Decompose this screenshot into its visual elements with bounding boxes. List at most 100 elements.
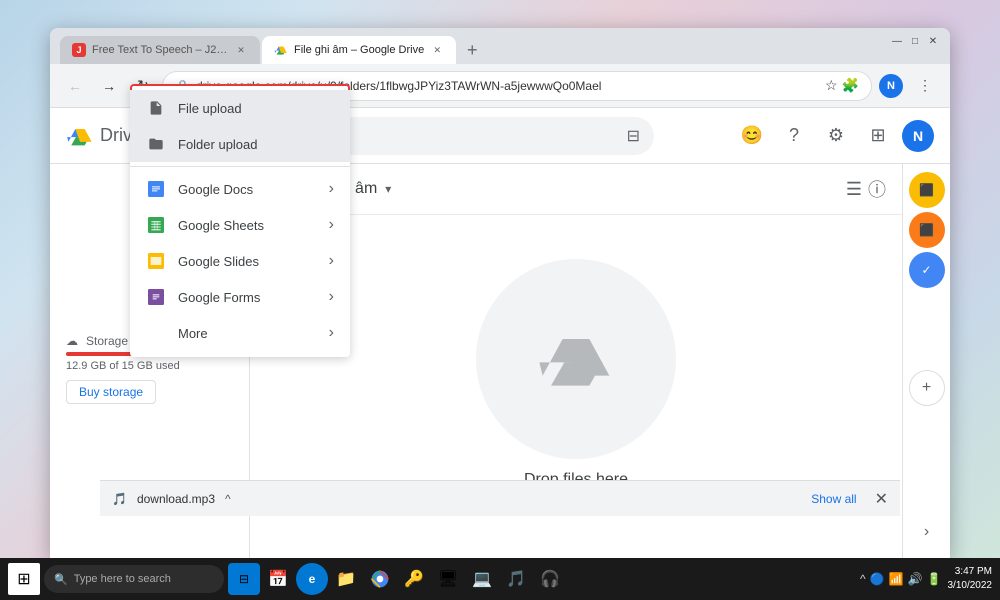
taskbar-bluetooth: 🔵 xyxy=(870,572,885,586)
maximize-button[interactable]: □ xyxy=(908,34,922,48)
taskbar-app-network[interactable]: 💻 xyxy=(466,563,498,595)
taskbar-app-spotify[interactable]: 🎵 xyxy=(500,563,532,595)
tab-1-favicon: J xyxy=(72,43,86,57)
more-item[interactable]: More › xyxy=(130,315,350,351)
taskbar-search[interactable]: 🔍 Type here to search xyxy=(44,565,224,593)
grid-icon-btn[interactable]: ⊞ xyxy=(860,118,896,154)
google-sheets-item[interactable]: Google Sheets › xyxy=(130,207,350,243)
tab-1-close[interactable]: ✕ xyxy=(234,43,248,57)
storage-used-text: 12.9 GB of 15 GB used xyxy=(66,360,233,372)
tab-2-label: File ghi âm – Google Drive xyxy=(294,44,424,56)
drop-circle xyxy=(476,259,676,459)
google-forms-icon xyxy=(146,287,166,307)
taskbar: ⊞ 🔍 Type here to search ⊟ 📅 e 📁 xyxy=(0,558,1000,600)
download-file-icon: 🎵 xyxy=(112,492,127,506)
more-label: More xyxy=(178,326,317,341)
add-button[interactable]: + xyxy=(909,370,945,406)
folder-dropdown-icon[interactable]: ▾ xyxy=(385,182,391,196)
filter-icon[interactable]: ⊟ xyxy=(627,126,640,146)
google-docs-icon xyxy=(146,179,166,199)
taskbar-app-monitor[interactable]: 🖥 xyxy=(432,563,464,595)
profile-icon[interactable]: N xyxy=(876,71,906,101)
file-upload-item[interactable]: File upload xyxy=(130,90,350,126)
taskbar-search-icon: 🔍 xyxy=(54,573,68,586)
download-file-name: download.mp3 xyxy=(137,492,215,506)
taskbar-clock[interactable]: 3:47 PM 3/10/2022 xyxy=(948,565,993,593)
google-slides-icon xyxy=(146,251,166,271)
toolbar-avatar: N xyxy=(879,74,903,98)
back-button[interactable]: ← xyxy=(60,71,90,101)
google-forms-arrow: › xyxy=(329,288,334,306)
show-all-link[interactable]: Show all xyxy=(811,492,856,506)
tab-1[interactable]: J Free Text To Speech – J2TEAM ✕ xyxy=(60,36,260,64)
download-bar: 🎵 download.mp3 ^ Show all ✕ xyxy=(100,480,900,516)
forward-button[interactable]: → xyxy=(94,71,124,101)
user-avatar[interactable]: N xyxy=(902,120,934,152)
expand-button[interactable]: › xyxy=(909,514,945,550)
add-icon: + xyxy=(922,379,931,397)
taskbar-caret[interactable]: ^ xyxy=(860,572,866,586)
desktop: J Free Text To Speech – J2TEAM ✕ File gh… xyxy=(0,0,1000,600)
tab-2-close[interactable]: ✕ xyxy=(430,43,444,57)
expand-icon: › xyxy=(924,523,929,541)
google-sheets-label: Google Sheets xyxy=(178,218,317,233)
header-right: 😊 ? ⚙ ⊞ N xyxy=(734,118,934,154)
folder-upload-item[interactable]: Folder upload xyxy=(130,126,350,162)
folder-upload-label: Folder upload xyxy=(178,137,334,152)
drop-drive-icon xyxy=(536,319,616,399)
menu-button[interactable]: ⋮ xyxy=(910,71,940,101)
help-icon-btn[interactable]: ? xyxy=(776,118,812,154)
title-bar: J Free Text To Speech – J2TEAM ✕ File gh… xyxy=(50,28,950,64)
toolbar-right: N ⋮ xyxy=(876,71,940,101)
taskbar-battery: 🔋 xyxy=(927,572,942,586)
google-slides-label: Google Slides xyxy=(178,254,317,269)
taskbar-app-edge[interactable]: e xyxy=(296,563,328,595)
smiley-icon-btn[interactable]: 😊 xyxy=(734,118,770,154)
buy-storage-button[interactable]: Buy storage xyxy=(66,380,156,404)
start-icon: ⊞ xyxy=(17,569,30,589)
taskbar-app-chrome[interactable] xyxy=(364,563,396,595)
right-panel-orange-btn[interactable]: ⬛ xyxy=(909,212,945,248)
content-header-right: ☰ ⓘ xyxy=(846,176,886,202)
tab-2[interactable]: File ghi âm – Google Drive ✕ xyxy=(262,36,456,64)
download-close-btn[interactable]: ✕ xyxy=(875,489,888,509)
file-upload-icon xyxy=(146,98,166,118)
new-tab-button[interactable]: + xyxy=(458,36,486,64)
google-slides-arrow: › xyxy=(329,252,334,270)
right-panel-yellow-btn[interactable]: ⬛ xyxy=(909,172,945,208)
taskbar-app-files[interactable]: 📁 xyxy=(330,563,362,595)
start-button[interactable]: ⊞ xyxy=(8,563,40,595)
taskbar-time-value: 3:47 PM xyxy=(948,565,993,579)
extension-icon[interactable]: 🧩 xyxy=(842,77,859,94)
minimize-button[interactable]: — xyxy=(890,34,904,48)
bookmark-icon[interactable]: ☆ xyxy=(825,77,838,94)
taskbar-app-1[interactable]: ⊟ xyxy=(228,563,260,595)
info-icon[interactable]: ⓘ xyxy=(868,176,886,202)
google-forms-item[interactable]: Google Forms › xyxy=(130,279,350,315)
more-arrow: › xyxy=(329,324,334,342)
google-docs-arrow: › xyxy=(329,180,334,198)
taskbar-app-last[interactable]: 🎧 xyxy=(534,563,566,595)
taskbar-volume: 🔊 xyxy=(908,572,923,586)
taskbar-sys-icons: ^ 🔵 📶 🔊 🔋 xyxy=(860,572,941,586)
google-slides-item[interactable]: Google Slides › xyxy=(130,243,350,279)
right-panel-blue-btn[interactable]: ✓ xyxy=(909,252,945,288)
settings-icon-btn[interactable]: ⚙ xyxy=(818,118,854,154)
taskbar-date-value: 3/10/2022 xyxy=(948,579,993,593)
window-controls: — □ ✕ xyxy=(890,34,940,48)
folder-upload-icon xyxy=(146,134,166,154)
list-view-icon[interactable]: ☰ xyxy=(846,179,862,200)
taskbar-app-2[interactable]: 📅 xyxy=(262,563,294,595)
browser-window: J Free Text To Speech – J2TEAM ✕ File gh… xyxy=(50,28,950,558)
google-forms-label: Google Forms xyxy=(178,290,317,305)
dropdown-menu: File upload Folder upload xyxy=(130,84,350,357)
tab-1-label: Free Text To Speech – J2TEAM xyxy=(92,44,228,56)
file-upload-label: File upload xyxy=(178,101,334,116)
taskbar-network: 📶 xyxy=(889,572,904,586)
download-chevron[interactable]: ^ xyxy=(225,492,231,506)
google-docs-item[interactable]: Google Docs › xyxy=(130,171,350,207)
close-button[interactable]: ✕ xyxy=(926,34,940,48)
taskbar-app-key[interactable]: 🔑 xyxy=(398,563,430,595)
google-sheets-icon xyxy=(146,215,166,235)
taskbar-search-placeholder: Type here to search xyxy=(74,573,171,585)
